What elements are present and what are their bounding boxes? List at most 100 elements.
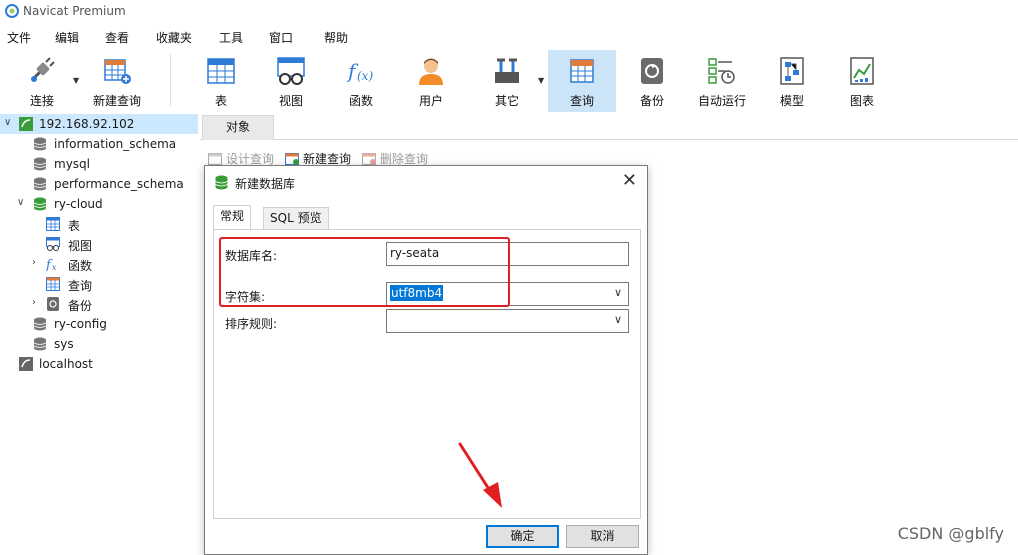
tree-node-label: 查询 (68, 279, 93, 293)
title-bar: Navicat Premium (0, 0, 1018, 24)
chevron-down-icon[interactable]: ▼ (538, 76, 544, 85)
collation-select[interactable]: ∨ (386, 309, 629, 333)
app-title: Navicat Premium (23, 4, 126, 18)
tree-node-database-open[interactable]: ∨ ry-cloud (0, 194, 198, 214)
view-icon (277, 57, 305, 85)
toolbar-label: 图表 (849, 94, 874, 108)
tree-node-label: 视图 (68, 239, 93, 253)
dialog-title-bar[interactable]: 新建数据库 ✕ (205, 166, 647, 198)
toolbar-view-button[interactable]: 视图 (262, 50, 320, 112)
menu-file[interactable]: 文件 (7, 29, 31, 46)
database-icon (33, 317, 47, 331)
menu-edit[interactable]: 编辑 (55, 29, 79, 46)
function-icon: f x (46, 258, 57, 271)
object-tab-strip: 对象 (200, 113, 1018, 140)
tree-node-database[interactable]: information_schema (0, 134, 198, 154)
menu-favorites[interactable]: 收藏夹 (156, 29, 192, 46)
toolbar-user-button[interactable]: 用户 (402, 50, 460, 112)
chevron-down-icon[interactable]: ∨ (614, 286, 622, 299)
toolbar-backup-button[interactable]: 备份 (624, 50, 680, 112)
tree-node-database[interactable]: sys (0, 334, 198, 354)
chevron-right-icon[interactable]: › (32, 257, 36, 268)
delete-query-icon (362, 153, 376, 165)
chevron-right-icon[interactable]: › (32, 297, 36, 308)
tree-node-tables[interactable]: 表 (0, 214, 198, 234)
red-highlight-box (219, 237, 510, 307)
design-query-icon (208, 153, 222, 165)
chevron-down-icon[interactable]: ∨ (4, 117, 11, 128)
new-query-icon (285, 153, 299, 165)
tree-node-label: ry-config (54, 317, 107, 331)
ok-button[interactable]: 确定 (486, 525, 559, 548)
toolbar-new-query-button[interactable]: 新建查询 (86, 50, 148, 112)
tree-node-database[interactable]: ry-config (0, 314, 198, 334)
close-icon[interactable]: ✕ (622, 172, 637, 190)
toolbar-label: 自动运行 (697, 94, 746, 108)
red-arrow-annotation (458, 442, 502, 508)
table-icon (207, 58, 235, 84)
toolbar-others-button[interactable]: 其它 (478, 50, 536, 112)
new-query-icon (104, 59, 131, 84)
tree-node-database[interactable]: performance_schema (0, 174, 198, 194)
table-icon (46, 217, 60, 231)
menu-view[interactable]: 查看 (105, 29, 129, 46)
toolbar-label: 函数 (348, 94, 373, 108)
tree-node-database[interactable]: mysql (0, 154, 198, 174)
connection-icon (19, 357, 33, 371)
toolbar-label: 查询 (569, 94, 594, 108)
backup-icon (47, 297, 59, 311)
toolbar-query-button[interactable]: 查询 (548, 50, 616, 112)
chevron-down-icon[interactable]: ∨ (614, 313, 622, 326)
tree-node-queries[interactable]: 查询 (0, 274, 198, 294)
toolbar-label: 模型 (779, 94, 804, 108)
connection-tree: ∨ 192.168.92.102 information_schema mysq… (0, 113, 198, 555)
dialog-tabs: 常规 SQL 预览 (213, 205, 641, 229)
query-icon (46, 277, 60, 291)
menu-help[interactable]: 帮助 (324, 29, 348, 46)
tree-node-label: 192.168.92.102 (39, 117, 135, 131)
model-icon (780, 57, 804, 85)
general-tab-panel: 数据库名: ry-seata 字符集: utf8mb4 ∨ 排序规则: ∨ (213, 229, 641, 519)
watermark: CSDN @gblfy (897, 524, 1004, 543)
toolbar-model-button[interactable]: 模型 (764, 50, 820, 112)
menu-tools[interactable]: 工具 (219, 29, 243, 46)
tree-node-views[interactable]: 视图 (0, 234, 198, 254)
tree-node-connection[interactable]: localhost (0, 354, 198, 374)
database-icon (33, 157, 47, 171)
tab-objects[interactable]: 对象 (202, 115, 274, 140)
tree-node-connection[interactable]: ∨ 192.168.92.102 (0, 114, 198, 134)
menu-bar: 文件 编辑 查看 收藏夹 工具 窗口 帮助 (0, 24, 1018, 48)
toolbar-label: 连接 (29, 94, 54, 108)
tab-general[interactable]: 常规 (213, 205, 252, 229)
tree-node-label: 备份 (68, 299, 93, 313)
menu-window[interactable]: 窗口 (269, 29, 293, 46)
toolbar-table-button[interactable]: 表 (192, 50, 250, 112)
tab-sql-preview[interactable]: SQL 预览 (263, 207, 329, 229)
toolbar-function-button[interactable]: f (x) 函数 (332, 50, 390, 112)
svg-text:x: x (52, 263, 57, 271)
toolbar-chart-button[interactable]: 图表 (834, 50, 890, 112)
design-query-label: 设计查询 (226, 152, 275, 166)
chevron-down-icon[interactable]: ∨ (17, 197, 24, 208)
toolbar-label: 其它 (494, 94, 519, 108)
main-toolbar: 连接 ▼ 新建查询 表 视图 f (x) 函数 用户 其它 ▼ 查询 备份 自动… (0, 48, 1018, 112)
tree-node-label: 函数 (68, 259, 93, 273)
tree-node-backups[interactable]: › 备份 (0, 294, 198, 314)
user-icon (419, 58, 443, 85)
svg-text:(x): (x) (357, 69, 373, 83)
tree-node-label: information_schema (54, 137, 177, 151)
database-icon (33, 177, 47, 191)
tree-node-functions[interactable]: › f x 函数 (0, 254, 198, 274)
database-icon (33, 137, 47, 151)
chevron-down-icon[interactable]: ▼ (73, 76, 79, 85)
cancel-button[interactable]: 取消 (566, 525, 639, 548)
tree-node-label: localhost (39, 357, 93, 371)
database-open-icon (33, 197, 47, 211)
new-query-label: 新建查询 (303, 152, 352, 166)
database-icon (33, 337, 47, 351)
toolbar-connection-button[interactable]: 连接 (14, 50, 70, 112)
toolbar-separator (170, 54, 171, 106)
connection-plug-icon (31, 57, 55, 82)
toolbar-automation-button[interactable]: 自动运行 (690, 50, 754, 112)
connection-icon (19, 117, 33, 131)
